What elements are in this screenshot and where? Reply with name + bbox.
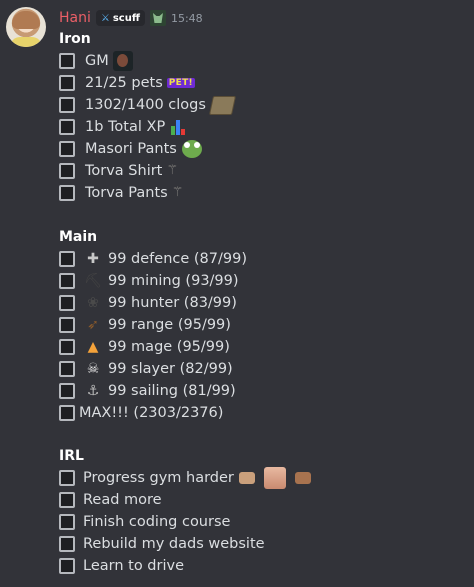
- checkbox[interactable]: [59, 53, 75, 69]
- item-label: Rebuild my dads website: [83, 536, 265, 552]
- pet-icon: PET!: [166, 78, 195, 88]
- checkbox[interactable]: [59, 185, 75, 201]
- item-label: Progress gym harder: [83, 470, 234, 486]
- defence-skill-icon: ✚: [87, 251, 99, 267]
- checklist-item: ❀ 99 hunter (83/99): [59, 292, 237, 314]
- checkbox[interactable]: [59, 97, 75, 113]
- checklist-item: GM: [59, 50, 133, 72]
- item-label: Torva Pants: [85, 185, 168, 201]
- checklist-item: 1302/1400 clogs: [59, 94, 236, 116]
- checklist-item: Learn to drive: [59, 555, 184, 577]
- section-title-irl: IRL: [59, 448, 84, 464]
- scythe-icon: ⚚: [166, 163, 179, 178]
- checklist-item: Finish coding course: [59, 511, 230, 533]
- checklist-item: Rebuild my dads website: [59, 533, 265, 555]
- checklist-item: Masori Pants: [59, 138, 202, 160]
- checklist-item: Torva Shirt ⚚: [59, 160, 178, 182]
- checklist-item: ⛏ 99 mining (93/99): [59, 270, 239, 292]
- checklist-item: ⚓ 99 sailing (81/99): [59, 380, 236, 402]
- checklist-item: ▲ 99 mage (95/99): [59, 336, 230, 358]
- item-label: Torva Shirt: [85, 163, 163, 179]
- checklist-item: Torva Pants ⚚: [59, 182, 183, 204]
- sword-icon: ⚔: [100, 12, 110, 24]
- mask-icon: [149, 10, 166, 26]
- checklist-item: ➶ 99 range (95/99): [59, 314, 231, 336]
- item-label: MAX!!! (2303/2376): [79, 405, 224, 421]
- checkbox[interactable]: [59, 141, 75, 157]
- checkbox[interactable]: [59, 163, 75, 179]
- checkbox[interactable]: [59, 273, 75, 289]
- checkbox[interactable]: [59, 119, 75, 135]
- server-tag[interactable]: ⚔ scuff: [95, 10, 145, 26]
- magic-skill-icon: ▲: [87, 339, 99, 355]
- message-header: Hani ⚔ scuff 15:48: [59, 8, 203, 28]
- checkbox[interactable]: [59, 536, 75, 552]
- collection-log-book-icon: [208, 95, 236, 115]
- item-label: 99 hunter (83/99): [108, 295, 237, 311]
- item-label: Masori Pants: [85, 141, 177, 157]
- checklist-item: 1b Total XP: [59, 116, 186, 138]
- checkbox[interactable]: [59, 317, 75, 333]
- item-label: 99 defence (87/99): [108, 251, 248, 267]
- section-title-main: Main: [59, 229, 98, 245]
- item-label: 99 sailing (81/99): [108, 383, 236, 399]
- item-label: Finish coding course: [83, 514, 231, 530]
- chat-message: Hani ⚔ scuff 15:48 Iron GM 21/25 pets PE…: [0, 0, 474, 587]
- mining-skill-icon: ⛏: [84, 273, 102, 289]
- user-avatar[interactable]: [6, 7, 46, 47]
- checkbox[interactable]: [59, 514, 75, 530]
- item-label: 1b Total XP: [85, 119, 166, 135]
- item-label: 99 mage (95/99): [108, 339, 230, 355]
- slayer-skill-icon: ☠: [86, 361, 100, 377]
- flexed-biceps-icon: [294, 472, 311, 484]
- gm-portrait-icon: [112, 51, 133, 71]
- server-tag-label: scuff: [112, 12, 140, 24]
- checkbox[interactable]: [59, 405, 75, 421]
- item-label: 99 range (95/99): [108, 317, 231, 333]
- checkbox[interactable]: [59, 492, 75, 508]
- scythe-icon: ⚚: [171, 185, 184, 200]
- ranged-skill-icon: ➶: [87, 317, 99, 333]
- checklist-item: MAX!!! (2303/2376): [59, 402, 223, 424]
- checklist-item: 21/25 pets PET!: [59, 72, 195, 94]
- checklist-item: ☠ 99 slayer (82/99): [59, 358, 233, 380]
- item-label: Read more: [83, 492, 162, 508]
- item-label: Learn to drive: [83, 558, 184, 574]
- section-title-iron: Iron: [59, 31, 91, 47]
- sailing-anchor-icon: ⚓: [86, 383, 100, 399]
- hunter-skill-icon: ❀: [87, 295, 99, 311]
- item-label: GM: [85, 53, 109, 69]
- timestamp[interactable]: 15:48: [171, 12, 203, 25]
- username[interactable]: Hani: [59, 10, 91, 26]
- item-label: 1302/1400 clogs: [85, 97, 206, 113]
- checklist-item: Progress gym harder: [59, 467, 316, 489]
- checkbox[interactable]: [59, 470, 75, 486]
- item-label: 99 mining (93/99): [108, 273, 239, 289]
- checkbox[interactable]: [59, 251, 75, 267]
- flexed-biceps-icon: [238, 472, 255, 484]
- checkbox[interactable]: [59, 75, 75, 91]
- checkbox[interactable]: [59, 558, 75, 574]
- checkbox[interactable]: [59, 339, 75, 355]
- checkbox[interactable]: [59, 361, 75, 377]
- checklist-item: Read more: [59, 489, 162, 511]
- checkbox[interactable]: [59, 295, 75, 311]
- checklist-item: ✚ 99 defence (87/99): [59, 248, 247, 270]
- face-emoji-icon: [263, 467, 286, 489]
- item-label: 21/25 pets: [85, 75, 163, 91]
- frog-emoji-icon: [181, 140, 202, 158]
- stats-bar-chart-icon: [171, 119, 186, 135]
- checkbox[interactable]: [59, 383, 75, 399]
- item-label: 99 slayer (82/99): [108, 361, 233, 377]
